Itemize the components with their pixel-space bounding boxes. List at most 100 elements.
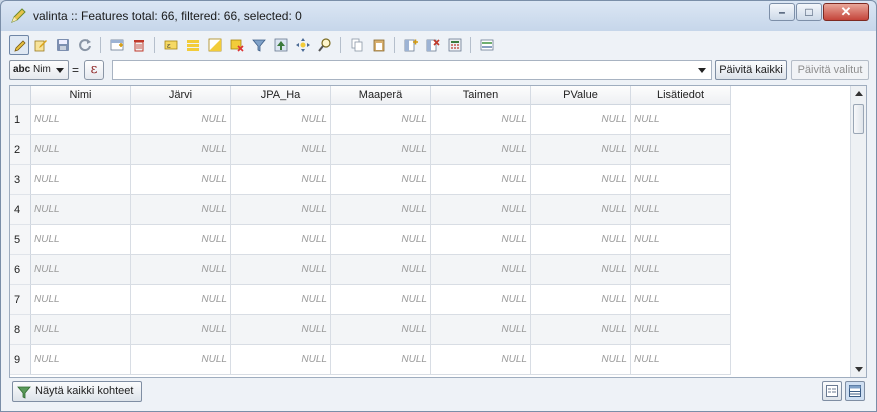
table-cell[interactable]: NULL	[231, 255, 331, 285]
table-cell[interactable]: NULL	[431, 285, 531, 315]
table-cell[interactable]: NULL	[331, 285, 431, 315]
column-header[interactable]: Lisätiedot	[631, 86, 731, 105]
row-header[interactable]: 9	[10, 345, 31, 375]
show-all-features-button[interactable]: Näytä kaikki kohteet	[12, 381, 142, 402]
delete-field-button[interactable]	[423, 35, 443, 55]
table-cell[interactable]: NULL	[531, 135, 631, 165]
row-header[interactable]: 1	[10, 105, 31, 135]
scroll-down-icon[interactable]	[855, 367, 863, 372]
update-all-button[interactable]: Päivitä kaikki	[715, 60, 787, 80]
expression-builder-button[interactable]: ε	[84, 60, 104, 80]
table-cell[interactable]: NULL	[531, 195, 631, 225]
vertical-scrollbar[interactable]	[850, 86, 866, 377]
row-header[interactable]: 4	[10, 195, 31, 225]
conditional-formatting-button[interactable]	[477, 35, 497, 55]
table-cell[interactable]: NULL	[631, 105, 731, 135]
add-feature-button[interactable]	[107, 35, 127, 55]
table-cell[interactable]: NULL	[31, 315, 131, 345]
filter-select-button[interactable]	[249, 35, 269, 55]
table-cell[interactable]: NULL	[131, 225, 231, 255]
table-cell[interactable]: NULL	[431, 195, 531, 225]
edit-multiple-button[interactable]	[31, 35, 51, 55]
table-cell[interactable]: NULL	[631, 285, 731, 315]
chevron-down-icon[interactable]	[698, 68, 706, 73]
table-cell[interactable]: NULL	[131, 135, 231, 165]
table-cell[interactable]: NULL	[31, 225, 131, 255]
table-cell[interactable]: NULL	[531, 165, 631, 195]
table-cell[interactable]: NULL	[631, 165, 731, 195]
table-cell[interactable]: NULL	[431, 135, 531, 165]
table-view-button[interactable]	[845, 381, 865, 401]
table-cell[interactable]: NULL	[231, 315, 331, 345]
scrollbar-thumb[interactable]	[853, 104, 864, 134]
table-cell[interactable]: NULL	[631, 255, 731, 285]
table-cell[interactable]: NULL	[331, 135, 431, 165]
table-cell[interactable]: NULL	[531, 285, 631, 315]
close-button[interactable]: ✕	[823, 3, 869, 21]
copy-rows-button[interactable]	[347, 35, 367, 55]
column-header[interactable]: Taimen	[431, 86, 531, 105]
delete-feature-button[interactable]	[129, 35, 149, 55]
table-cell[interactable]: NULL	[531, 225, 631, 255]
row-header[interactable]: 7	[10, 285, 31, 315]
scroll-up-icon[interactable]	[855, 91, 863, 96]
table-cell[interactable]: NULL	[331, 255, 431, 285]
table-corner-button[interactable]	[10, 86, 31, 105]
zoom-to-selected-button[interactable]	[315, 35, 335, 55]
table-cell[interactable]: NULL	[431, 345, 531, 375]
table-cell[interactable]: NULL	[331, 195, 431, 225]
table-cell[interactable]: NULL	[431, 225, 531, 255]
save-edits-button[interactable]	[53, 35, 73, 55]
table-cell[interactable]: NULL	[131, 315, 231, 345]
table-cell[interactable]: NULL	[131, 345, 231, 375]
table-cell[interactable]: NULL	[231, 105, 331, 135]
table-cell[interactable]: NULL	[331, 345, 431, 375]
table-cell[interactable]: NULL	[31, 285, 131, 315]
row-header[interactable]: 8	[10, 315, 31, 345]
column-header[interactable]: JPA_Ha	[231, 86, 331, 105]
table-cell[interactable]: NULL	[631, 135, 731, 165]
invert-selection-button[interactable]	[205, 35, 225, 55]
minimize-button[interactable]: –	[769, 3, 795, 21]
expression-input[interactable]	[112, 60, 712, 80]
row-header[interactable]: 3	[10, 165, 31, 195]
table-cell[interactable]: NULL	[131, 195, 231, 225]
update-selected-button[interactable]: Päivitä valitut	[791, 60, 869, 80]
table-cell[interactable]: NULL	[231, 285, 331, 315]
table-cell[interactable]: NULL	[31, 105, 131, 135]
table-cell[interactable]: NULL	[631, 315, 731, 345]
table-cell[interactable]: NULL	[131, 105, 231, 135]
table-cell[interactable]: NULL	[231, 165, 331, 195]
table-cell[interactable]: NULL	[131, 255, 231, 285]
table-cell[interactable]: NULL	[331, 165, 431, 195]
form-view-button[interactable]	[822, 381, 842, 401]
table-cell[interactable]: NULL	[231, 225, 331, 255]
titlebar[interactable]: valinta :: Features total: 66, filtered:…	[1, 1, 876, 31]
table-cell[interactable]: NULL	[31, 165, 131, 195]
table-cell[interactable]: NULL	[31, 135, 131, 165]
table-cell[interactable]: NULL	[531, 315, 631, 345]
toggle-editing-button[interactable]	[9, 35, 29, 55]
row-header[interactable]: 2	[10, 135, 31, 165]
table-cell[interactable]: NULL	[431, 315, 531, 345]
new-field-button[interactable]	[401, 35, 421, 55]
table-cell[interactable]: NULL	[631, 225, 731, 255]
move-selection-top-button[interactable]	[271, 35, 291, 55]
maximize-button[interactable]: □	[796, 3, 822, 21]
table-cell[interactable]: NULL	[231, 195, 331, 225]
deselect-all-button[interactable]	[227, 35, 247, 55]
row-header[interactable]: 5	[10, 225, 31, 255]
column-header[interactable]: Järvi	[131, 86, 231, 105]
select-all-button[interactable]	[183, 35, 203, 55]
open-field-calculator-button[interactable]	[445, 35, 465, 55]
table-cell[interactable]: NULL	[31, 255, 131, 285]
table-cell[interactable]: NULL	[431, 255, 531, 285]
table-cell[interactable]: NULL	[31, 195, 131, 225]
table-cell[interactable]: NULL	[31, 345, 131, 375]
pan-to-selected-button[interactable]	[293, 35, 313, 55]
paste-features-button[interactable]	[369, 35, 389, 55]
table-cell[interactable]: NULL	[131, 165, 231, 195]
table-cell[interactable]: NULL	[631, 345, 731, 375]
column-header[interactable]: Maaperä	[331, 86, 431, 105]
table-cell[interactable]: NULL	[331, 105, 431, 135]
